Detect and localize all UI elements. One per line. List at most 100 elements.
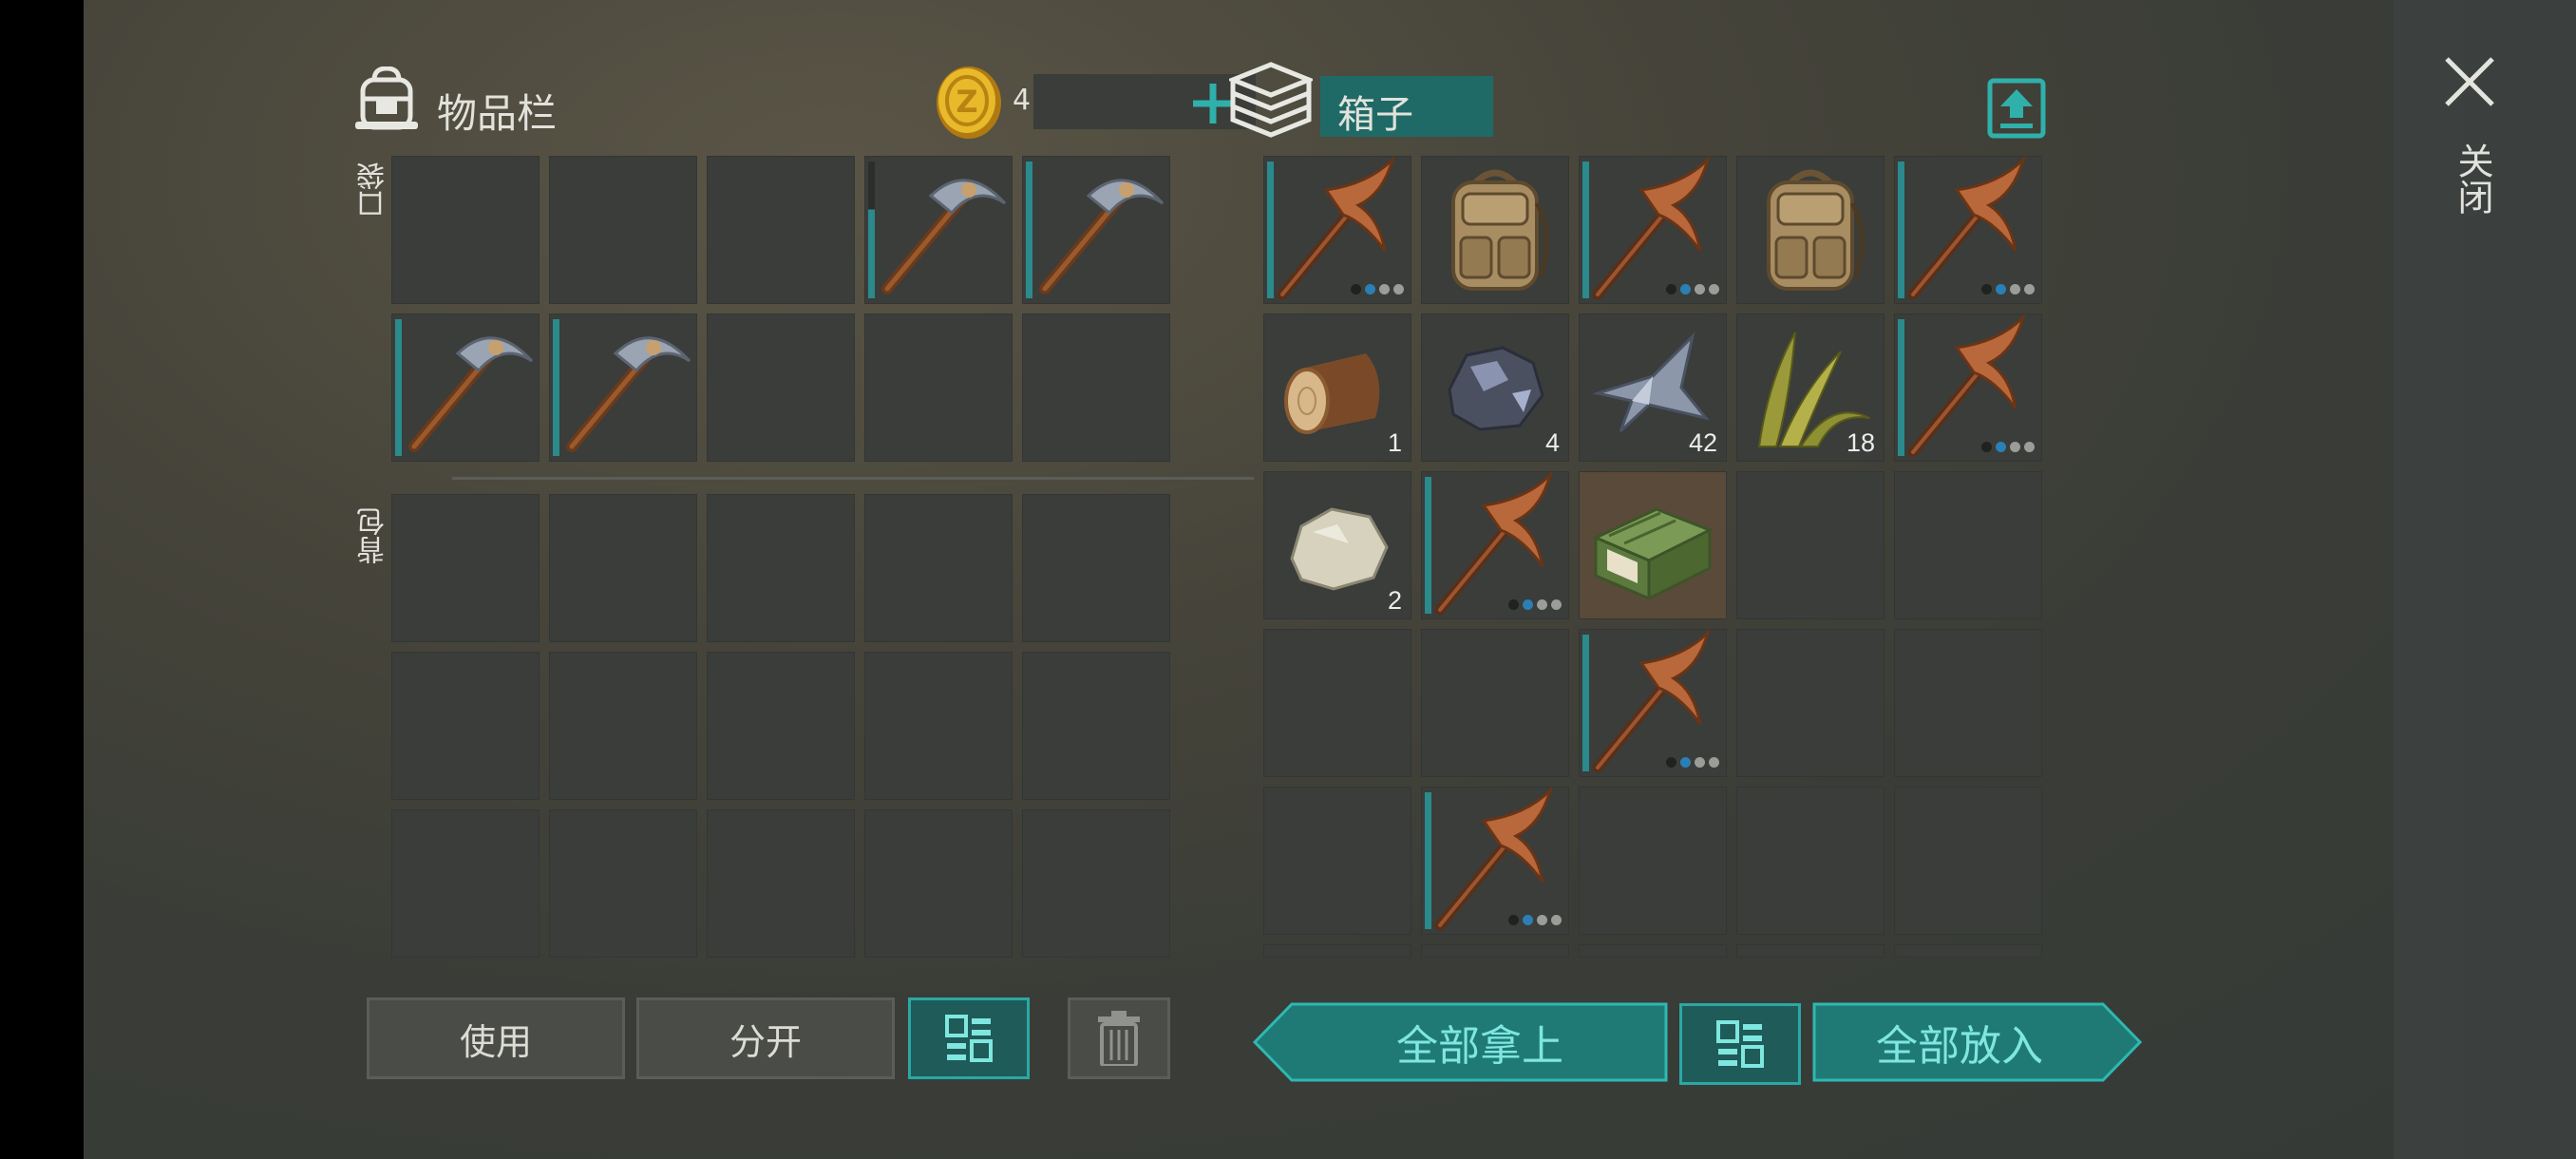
gold-coin-icon: Z	[937, 66, 1001, 139]
backpack-slot[interactable]	[549, 809, 697, 958]
chest-icon	[1229, 62, 1313, 138]
copper-pickaxe-icon	[1592, 156, 1711, 300]
copper-pickaxe-icon	[1907, 314, 2026, 458]
chest-slot[interactable]	[1894, 787, 2042, 935]
game-screen: 物品栏 Z 4 口袋 背包 使用 分开 箱子 1 4 42 18 2 全部拿上 …	[84, 0, 2576, 1159]
chest-slot[interactable]	[1736, 471, 1885, 619]
quality-dots	[1666, 284, 1719, 294]
backpack-slot[interactable]	[864, 809, 1013, 958]
chest-slot[interactable]	[1894, 314, 2042, 462]
pocket-slot[interactable]	[1022, 156, 1170, 304]
backpack-slot[interactable]	[391, 494, 540, 642]
chest-slot[interactable]	[1263, 629, 1411, 777]
backpack-slot[interactable]	[549, 494, 697, 642]
pocket-slot[interactable]	[391, 314, 540, 462]
quality-dots	[1508, 915, 1562, 925]
pocket-slot[interactable]	[707, 156, 855, 304]
quality-dots	[1508, 599, 1562, 610]
chest-slot[interactable]	[1579, 629, 1727, 777]
upload-icon[interactable]	[1987, 78, 2046, 139]
backpack-slot[interactable]	[391, 652, 540, 800]
backpack-slot[interactable]	[391, 809, 540, 958]
item-quantity: 42	[1688, 428, 1717, 457]
put-all-button[interactable]: 全部放入	[1812, 1001, 2107, 1083]
chest-slot[interactable]	[1736, 787, 1885, 935]
pickaxe-icon	[881, 179, 1007, 294]
chest-slot-partial[interactable]	[1736, 944, 1885, 958]
pocket-slot[interactable]	[1022, 314, 1170, 462]
copper-pickaxe-icon	[1592, 629, 1711, 773]
pocket-slot[interactable]	[864, 156, 1013, 304]
backpack-slot[interactable]	[864, 652, 1013, 800]
chest-slot[interactable]	[1263, 156, 1411, 304]
chest-slot[interactable]	[1421, 471, 1569, 619]
chest-slot-partial[interactable]	[1263, 944, 1411, 958]
copper-pickaxe-icon	[1277, 156, 1395, 300]
use-button[interactable]: 使用	[367, 998, 625, 1079]
chest-slot[interactable]	[1736, 629, 1885, 777]
chest-title: 箱子	[1337, 93, 1413, 137]
split-button[interactable]: 分开	[636, 998, 895, 1079]
chest-slot[interactable]	[1894, 156, 2042, 304]
svg-text:Z: Z	[956, 84, 977, 120]
pocket-slot[interactable]	[391, 156, 540, 304]
chest-slot-partial[interactable]	[1894, 944, 2042, 958]
take-all-button[interactable]: 全部拿上	[1292, 1001, 1668, 1083]
item-quantity: 18	[1846, 428, 1875, 457]
close-label[interactable]: 关闭	[2447, 142, 2499, 238]
inventory-title: 物品栏	[437, 90, 558, 137]
backpack-slot[interactable]	[1022, 652, 1170, 800]
backpack-slot[interactable]	[1022, 809, 1170, 958]
delete-button[interactable]	[1068, 998, 1170, 1079]
pickaxe-icon	[408, 336, 534, 452]
pocket-slot[interactable]	[549, 314, 697, 462]
pocket-slot[interactable]	[864, 314, 1013, 462]
sort-grid-icon	[1716, 1020, 1764, 1068]
close-icon[interactable]	[2443, 55, 2496, 108]
coin-count: 4	[1013, 84, 1032, 117]
quality-dots	[1981, 284, 2035, 294]
green-crate-icon	[1592, 507, 1714, 601]
chest-slot[interactable]	[1894, 629, 2042, 777]
chest-slot[interactable]: 1	[1263, 314, 1411, 462]
backpack-slot[interactable]	[707, 652, 855, 800]
chest-slot[interactable]	[1579, 156, 1727, 304]
quality-dots	[1666, 757, 1719, 768]
quality-dots	[1351, 284, 1404, 294]
item-quantity: 1	[1387, 428, 1402, 457]
chest-slot[interactable]: 18	[1736, 314, 1885, 462]
chest-slot[interactable]	[1736, 156, 1885, 304]
sort-button[interactable]	[908, 998, 1030, 1079]
chest-slot[interactable]	[1894, 471, 2042, 619]
pickaxe-icon	[566, 336, 691, 452]
divider	[452, 477, 1254, 480]
chest-slot[interactable]	[1263, 787, 1411, 935]
backpack-slot[interactable]	[549, 652, 697, 800]
sort-grid-icon	[945, 1015, 993, 1062]
backpack-slot[interactable]	[864, 494, 1013, 642]
chest-slot[interactable]: 4	[1421, 314, 1569, 462]
chest-slot[interactable]: 42	[1579, 314, 1727, 462]
chest-slot-partial[interactable]	[1421, 944, 1569, 958]
pocket-slot[interactable]	[549, 156, 697, 304]
copper-pickaxe-icon	[1907, 156, 2026, 300]
chest-slot[interactable]	[1421, 156, 1569, 304]
backpack-slot[interactable]	[707, 809, 855, 958]
backpack-slot[interactable]	[1022, 494, 1170, 642]
backpack-slot[interactable]	[707, 494, 855, 642]
chest-slot-partial[interactable]	[1579, 944, 1727, 958]
backpack-icon	[1451, 169, 1549, 291]
chest-sort-button[interactable]	[1679, 1003, 1801, 1085]
chest-slot[interactable]	[1421, 787, 1569, 935]
chest-slot-selected[interactable]	[1579, 471, 1727, 619]
chest-slot[interactable]	[1579, 787, 1727, 935]
quality-dots	[1981, 442, 2035, 452]
item-quantity: 4	[1544, 428, 1560, 457]
chest-slot[interactable]	[1421, 629, 1569, 777]
backpack-icon	[1767, 169, 1865, 291]
pocket-slot[interactable]	[707, 314, 855, 462]
item-quantity: 2	[1387, 586, 1402, 615]
chest-slot[interactable]: 2	[1263, 471, 1411, 619]
pickaxe-icon	[1039, 179, 1165, 294]
backpack-icon	[355, 66, 418, 130]
